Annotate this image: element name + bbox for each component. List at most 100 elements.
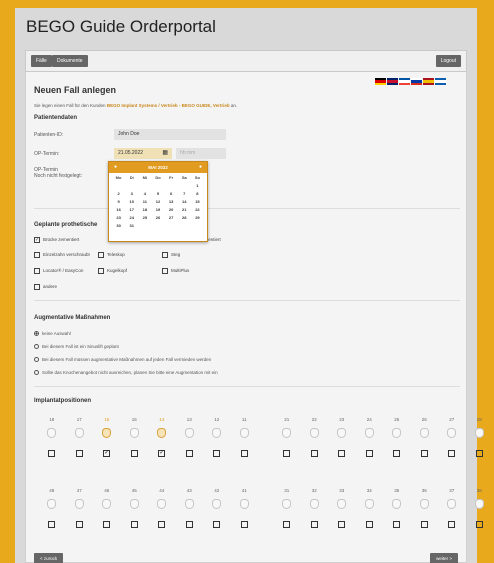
russian-flag[interactable]	[411, 78, 422, 85]
tab-faelle[interactable]: Fälle	[31, 55, 52, 67]
checkbox-checked-icon[interactable]: ✓	[158, 450, 166, 457]
checkbox-icon[interactable]	[420, 521, 428, 528]
french-flag[interactable]	[399, 78, 410, 85]
calendar-day[interactable]: 17	[125, 207, 138, 212]
german-flag[interactable]	[375, 78, 386, 85]
checkbox-icon[interactable]	[75, 521, 83, 528]
calendar-day[interactable]: 7	[178, 191, 191, 196]
calendar-day[interactable]: 26	[151, 215, 164, 220]
checkbox-icon[interactable]	[475, 450, 483, 457]
option-teleskop[interactable]: Teleskop	[98, 252, 125, 258]
calendar-day[interactable]: 29	[191, 215, 204, 220]
calendar-day[interactable]: 30	[112, 223, 125, 228]
checkbox-icon[interactable]	[393, 521, 401, 528]
checkbox-icon[interactable]	[310, 450, 318, 457]
checkbox-icon[interactable]	[158, 521, 166, 528]
checkbox-icon[interactable]	[162, 268, 168, 274]
checkbox-icon[interactable]	[420, 450, 428, 457]
radio-icon[interactable]	[34, 344, 39, 350]
calendar-day[interactable]: 27	[165, 215, 178, 220]
checkbox-icon[interactable]	[338, 450, 346, 457]
radio-icon[interactable]	[34, 370, 39, 376]
calendar-day[interactable]: 16	[112, 207, 125, 212]
calendar-day[interactable]: 18	[138, 207, 151, 212]
checkbox-icon[interactable]	[393, 450, 401, 457]
calendar-day[interactable]: 19	[151, 207, 164, 212]
checkbox-icon[interactable]	[365, 450, 373, 457]
radio-selected-icon[interactable]	[34, 331, 39, 337]
checkbox-icon[interactable]	[130, 450, 138, 457]
calendar-day[interactable]: 3	[125, 191, 138, 196]
checkbox-icon[interactable]	[130, 521, 138, 528]
radio-vermeiden[interactable]: Bei diesem Fall müssen augmentative Maßn…	[34, 357, 211, 363]
calendar-day[interactable]: 20	[165, 207, 178, 212]
checkbox-icon[interactable]	[448, 450, 456, 457]
checkbox-icon[interactable]	[365, 521, 373, 528]
checkbox-icon[interactable]	[475, 521, 483, 528]
calendar-day[interactable]: 9	[112, 199, 125, 204]
checkbox-icon[interactable]	[34, 252, 40, 258]
option-kugelkopf[interactable]: Kugelkopf	[98, 268, 127, 274]
checkbox-icon[interactable]	[98, 268, 104, 274]
op-time-field[interactable]: hh:mm	[176, 148, 226, 159]
checkbox-icon[interactable]	[162, 252, 168, 258]
calendar-day[interactable]: 11	[138, 199, 151, 204]
calendar-day[interactable]: 25	[138, 215, 151, 220]
next-button[interactable]: weiter >	[430, 553, 458, 563]
checkbox-icon[interactable]	[338, 521, 346, 528]
radio-sinuslift[interactable]: Bei diesem Fall ist ein Sinuslift geplan…	[34, 344, 119, 350]
patient-id-field[interactable]: John Doe	[114, 129, 226, 140]
option-locator-easycon[interactable]: Locator® / EasyCon	[34, 268, 83, 274]
calendar-day[interactable]: 28	[178, 215, 191, 220]
calendar-day[interactable]: 14	[178, 199, 191, 204]
checkbox-icon[interactable]	[103, 521, 111, 528]
calendar-day[interactable]: 12	[151, 199, 164, 204]
option-andere[interactable]: andere	[34, 284, 57, 290]
prev-month-icon[interactable]: ●	[114, 162, 117, 173]
calendar-day[interactable]: 4	[138, 191, 151, 196]
checkbox-icon[interactable]	[213, 450, 221, 457]
uk-flag[interactable]	[387, 78, 398, 85]
checkbox-icon[interactable]	[283, 521, 291, 528]
radio-icon[interactable]	[34, 357, 39, 363]
calendar-day[interactable]: 31	[125, 223, 138, 228]
calendar-day[interactable]: 8	[191, 191, 204, 196]
calendar-icon[interactable]: ▦	[162, 148, 168, 159]
op-date-field[interactable]: 21.05.2022 ▦	[114, 148, 172, 159]
calendar-day[interactable]: 5	[151, 191, 164, 196]
calendar-day[interactable]: 2	[112, 191, 125, 196]
logout-button[interactable]: Logout	[435, 55, 461, 67]
checkbox-icon[interactable]	[185, 450, 193, 457]
greek-flag[interactable]	[435, 78, 446, 85]
calendar-day[interactable]: 1	[191, 183, 204, 188]
checkbox-icon[interactable]	[34, 268, 40, 274]
calendar-day[interactable]: 6	[165, 191, 178, 196]
checkbox-icon[interactable]	[240, 450, 248, 457]
checkbox-icon[interactable]	[98, 252, 104, 258]
radio-augmentation-einplanen[interactable]: Sollte das Knochenangebot nicht ausreich…	[34, 370, 218, 376]
option-einzelzahn-verschraubt[interactable]: Einzelzahn verschraubt	[34, 252, 90, 258]
checkbox-icon[interactable]	[185, 521, 193, 528]
checkbox-icon[interactable]	[75, 450, 83, 457]
checkbox-icon[interactable]	[310, 521, 318, 528]
calendar-day[interactable]: 24	[125, 215, 138, 220]
option-bruecke-zementiert[interactable]: ✓ Brücke zementiert	[34, 237, 79, 243]
checkbox-icon[interactable]	[34, 284, 40, 290]
checkbox-icon[interactable]	[448, 521, 456, 528]
calendar-day[interactable]: 22	[191, 207, 204, 212]
calendar-day[interactable]: 13	[165, 199, 178, 204]
checkbox-icon[interactable]	[213, 521, 221, 528]
checkbox-icon[interactable]	[48, 521, 56, 528]
option-steg[interactable]: Steg	[162, 252, 180, 258]
checkbox-checked-icon[interactable]: ✓	[103, 450, 111, 457]
calendar-day[interactable]: 15	[191, 199, 204, 204]
checkbox-checked-icon[interactable]: ✓	[34, 237, 40, 243]
radio-keine-auswahl[interactable]: keine Auswahl	[34, 331, 71, 337]
calendar-day[interactable]: 23	[112, 215, 125, 220]
back-button[interactable]: < zurück	[34, 553, 64, 563]
spanish-flag[interactable]	[423, 78, 434, 85]
option-multiplus[interactable]: MultiPlus	[162, 268, 189, 274]
tab-dokumente[interactable]: Dokumente	[52, 55, 88, 67]
calendar-day[interactable]: 21	[178, 207, 191, 212]
calendar-day[interactable]: 10	[125, 199, 138, 204]
